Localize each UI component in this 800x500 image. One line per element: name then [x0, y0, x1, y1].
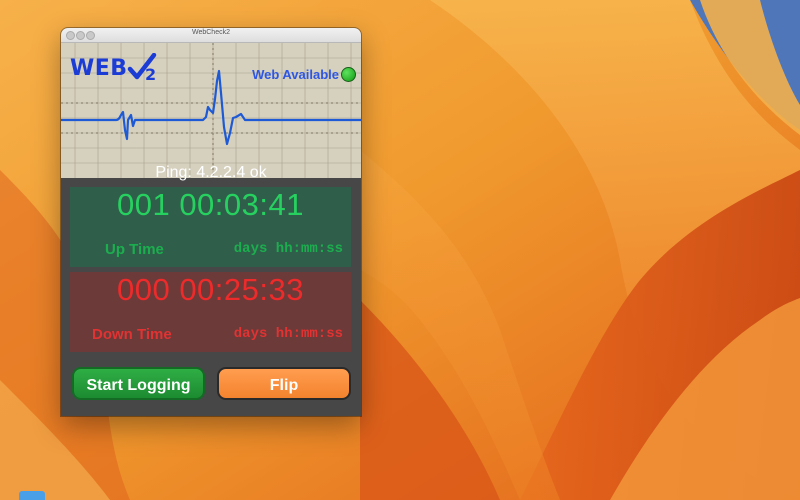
app-logo-text: WEB — [70, 56, 128, 81]
header-banner: WEB 2 Web Available — [61, 43, 361, 178]
logo-subscript: 2 — [145, 65, 157, 84]
downtime-panel: 000 00:25:33 Down Time days hh:mm:ss — [70, 272, 351, 352]
uptime-label: Up Time — [105, 241, 164, 258]
flip-button[interactable]: Flip — [217, 367, 351, 400]
status-indicator-icon — [341, 67, 356, 82]
downtime-label: Down Time — [92, 326, 172, 343]
folder-icon[interactable] — [19, 491, 45, 500]
ping-status: Ping: 4.2.2.4 ok — [155, 164, 267, 181]
app-window: WebCheck2 WEB 2 Web Available Ping: 4.2.… — [61, 28, 361, 416]
title-bar[interactable]: WebCheck2 — [61, 28, 361, 43]
window-title: WebCheck2 — [191, 29, 230, 36]
downtime-value: 000 00:25:33 — [116, 272, 304, 307]
uptime-panel: 001 00:03:41 Up Time days hh:mm:ss — [70, 187, 351, 267]
logo-check-icon: 2 — [127, 52, 163, 85]
connection-status-text: Web Available — [252, 67, 339, 82]
start-logging-button[interactable]: Start Logging — [72, 367, 205, 400]
uptime-value: 001 00:03:41 — [116, 187, 304, 222]
downtime-units: days hh:mm:ss — [233, 326, 343, 342]
uptime-units: days hh:mm:ss — [233, 241, 343, 257]
